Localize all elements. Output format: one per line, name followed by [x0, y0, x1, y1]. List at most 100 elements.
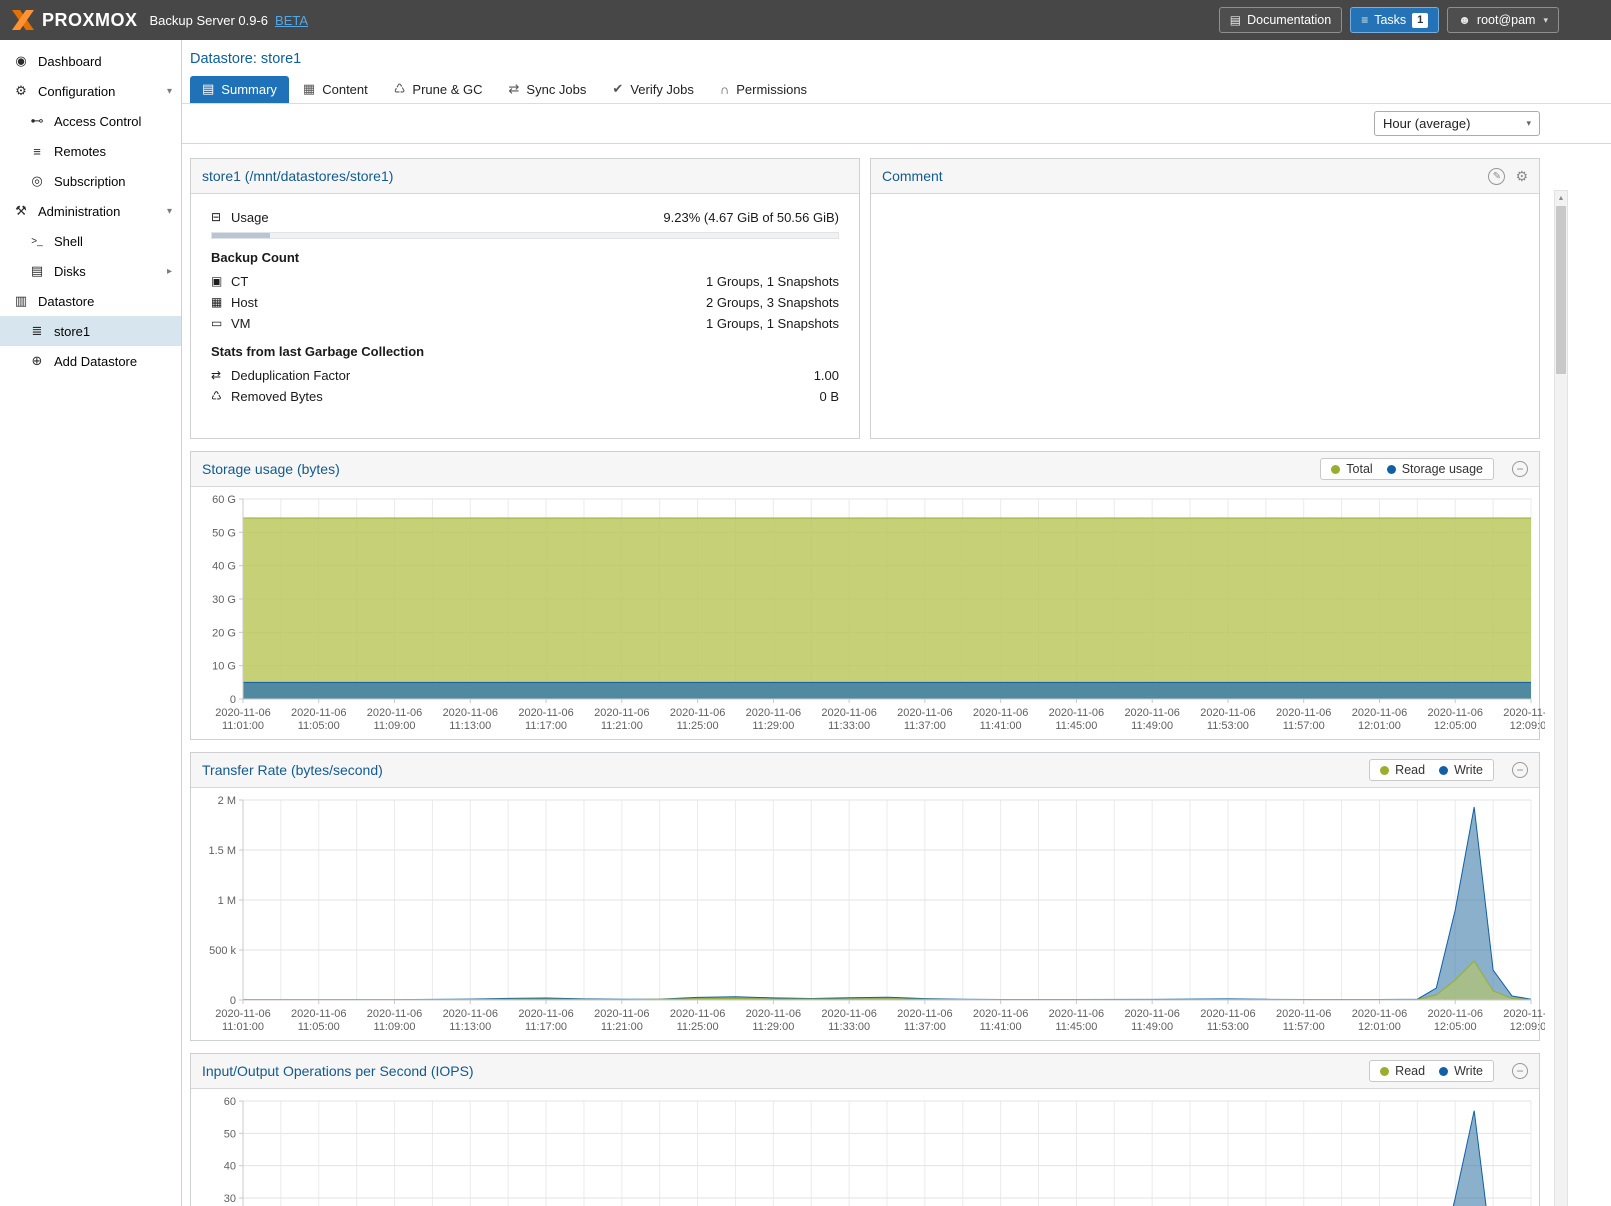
svg-text:2020-11-06: 2020-11-06 — [1503, 1008, 1545, 1020]
tabbar: ▤ Summary ▦ Content ♺ Prune & GC ⇄ Sync … — [182, 70, 1611, 104]
svg-text:2 M: 2 M — [218, 795, 236, 807]
sidebar-item-configuration[interactable]: ⚙ Configuration ▾ — [0, 76, 181, 106]
check-circle-icon: ✔ — [612, 81, 623, 97]
svg-text:2020-11-06: 2020-11-06 — [973, 707, 1028, 719]
sidebar-item-subscription[interactable]: ◎ Subscription — [0, 166, 181, 196]
svg-text:1 M: 1 M — [218, 895, 236, 907]
svg-text:2020-11-06: 2020-11-06 — [215, 707, 270, 719]
expand-right-icon[interactable]: ▸ — [167, 266, 172, 277]
gauge-icon: ◉ — [13, 53, 29, 69]
tab-content[interactable]: ▦ Content — [291, 76, 380, 103]
tab-sync-jobs[interactable]: ⇄ Sync Jobs — [497, 76, 599, 103]
edit-pencil-icon[interactable]: ✎ — [1488, 168, 1505, 185]
tab-permissions[interactable]: ∩ Permissions — [708, 76, 819, 103]
svg-text:11:53:00: 11:53:00 — [1207, 720, 1249, 732]
tab-verify-jobs[interactable]: ✔ Verify Jobs — [600, 76, 706, 103]
sidebar-item-store1[interactable]: ≣ store1 — [0, 316, 181, 346]
sidebar-item-remotes[interactable]: ≡ Remotes — [0, 136, 181, 166]
collapse-minus-icon[interactable]: − — [1512, 762, 1528, 778]
svg-text:11:21:00: 11:21:00 — [601, 1021, 643, 1033]
sidebar-item-access-control[interactable]: ⊷ Access Control — [0, 106, 181, 136]
server-icon: ≡ — [29, 144, 45, 159]
svg-text:11:13:00: 11:13:00 — [449, 1021, 491, 1033]
subscription-icon: ◎ — [29, 173, 45, 189]
svg-text:11:41:00: 11:41:00 — [980, 720, 1022, 732]
svg-text:11:29:00: 11:29:00 — [752, 1021, 794, 1033]
documentation-button[interactable]: ▤ Documentation — [1219, 7, 1342, 33]
list-icon: ≡ — [1361, 13, 1368, 27]
legend-dot — [1380, 766, 1389, 775]
legend-item-storage-usage[interactable]: Storage usage — [1387, 462, 1483, 476]
svg-text:500 k: 500 k — [209, 945, 236, 957]
svg-text:30 G: 30 G — [212, 594, 236, 606]
book-icon: ▤ — [1230, 13, 1241, 27]
desktop-icon: ▭ — [211, 316, 231, 330]
product-version: Backup Server 0.9-6 — [150, 13, 269, 28]
scrollbar-thumb[interactable] — [1556, 206, 1566, 374]
legend-item-total[interactable]: Total — [1331, 462, 1372, 476]
add-circle-icon: ⊕ — [29, 353, 45, 369]
cube-icon: ▣ — [211, 274, 231, 288]
datastore-layers-icon: ≣ — [29, 323, 45, 339]
svg-text:2020-11-06: 2020-11-06 — [215, 1008, 270, 1020]
chart-title: Transfer Rate (bytes/second) — [202, 762, 383, 778]
chevron-down-icon: ▾ — [1543, 15, 1548, 26]
host-row: ▦ Host 2 Groups, 3 Snapshots — [211, 292, 839, 312]
sync-icon: ⇄ — [509, 81, 520, 97]
tab-summary[interactable]: ▤ Summary — [190, 76, 289, 103]
svg-text:2020-11-06: 2020-11-06 — [1276, 707, 1331, 719]
dedup-row: ⇄ Deduplication Factor 1.00 — [211, 365, 839, 385]
usage-row: ⊟ Usage 9.23% (4.67 GiB of 50.56 GiB) — [211, 207, 839, 227]
svg-text:11:25:00: 11:25:00 — [677, 720, 719, 732]
svg-text:2020-11-06: 2020-11-06 — [367, 707, 422, 719]
transfer-rate-chart-panel: Transfer Rate (bytes/second) Read Write — [190, 752, 1540, 1041]
svg-text:0: 0 — [230, 995, 236, 1007]
legend-item-read[interactable]: Read — [1380, 1064, 1425, 1078]
sidebar-item-administration[interactable]: ⚒ Administration ▾ — [0, 196, 181, 226]
tab-prune-gc[interactable]: ♺ Prune & GC — [382, 76, 495, 103]
trash-icon: ♺ — [394, 81, 406, 97]
key-icon: ⊷ — [29, 113, 45, 129]
svg-text:11:05:00: 11:05:00 — [298, 1021, 340, 1033]
beta-link[interactable]: BETA — [275, 13, 308, 28]
scroll-up-arrow-icon[interactable]: ▲ — [1555, 191, 1567, 205]
legend-item-write[interactable]: Write — [1439, 763, 1483, 777]
svg-text:2020-11-06: 2020-11-06 — [1352, 707, 1407, 719]
svg-text:2020-11-06: 2020-11-06 — [1124, 707, 1179, 719]
user-menu-button[interactable]: ☻ root@pam ▾ — [1447, 7, 1559, 33]
sidebar-item-disks[interactable]: ▤ Disks ▸ — [0, 256, 181, 286]
sidebar-item-add-datastore[interactable]: ⊕ Add Datastore — [0, 346, 181, 376]
svg-text:30: 30 — [224, 1193, 236, 1205]
collapse-caret-icon[interactable]: ▾ — [167, 206, 172, 217]
tasks-button[interactable]: ≡ Tasks 1 — [1350, 7, 1439, 33]
legend-item-write[interactable]: Write — [1439, 1064, 1483, 1078]
sidebar-item-datastore[interactable]: ▥ Datastore — [0, 286, 181, 316]
svg-text:2020-11-06: 2020-11-06 — [1352, 1008, 1407, 1020]
collapse-caret-icon[interactable]: ▾ — [167, 86, 172, 97]
legend-dot — [1331, 465, 1340, 474]
gc-stats-heading: Stats from last Garbage Collection — [211, 344, 839, 359]
svg-text:2020-11-06: 2020-11-06 — [518, 1008, 573, 1020]
usage-progressbar — [211, 232, 839, 239]
comment-content[interactable] — [871, 194, 1539, 438]
documentation-label: Documentation — [1247, 13, 1331, 27]
grid-icon: ▦ — [303, 81, 315, 97]
svg-text:11:57:00: 11:57:00 — [1283, 720, 1325, 732]
svg-text:11:01:00: 11:01:00 — [222, 1021, 264, 1033]
proxmox-logo-icon — [10, 9, 36, 31]
sidebar-item-dashboard[interactable]: ◉ Dashboard — [0, 46, 181, 76]
collapse-minus-icon[interactable]: − — [1512, 461, 1528, 477]
svg-text:2020-11-06: 2020-11-06 — [821, 1008, 876, 1020]
timeframe-select[interactable]: Hour (average) ▾ — [1374, 111, 1540, 136]
vertical-scrollbar[interactable]: ▲ ▼ — [1554, 190, 1568, 1206]
svg-text:2020-11-06: 2020-11-06 — [1049, 707, 1104, 719]
gear-icon[interactable]: ⚙ — [1515, 168, 1528, 185]
chart-title: Storage usage (bytes) — [202, 461, 340, 477]
svg-text:12:01:00: 12:01:00 — [1358, 720, 1401, 732]
legend-item-read[interactable]: Read — [1380, 763, 1425, 777]
svg-text:12:01:00: 12:01:00 — [1358, 1021, 1401, 1033]
sidebar-item-shell[interactable]: >_ Shell — [0, 226, 181, 256]
collapse-minus-icon[interactable]: − — [1512, 1063, 1528, 1079]
svg-text:11:13:00: 11:13:00 — [449, 720, 491, 732]
legend-dot — [1439, 766, 1448, 775]
